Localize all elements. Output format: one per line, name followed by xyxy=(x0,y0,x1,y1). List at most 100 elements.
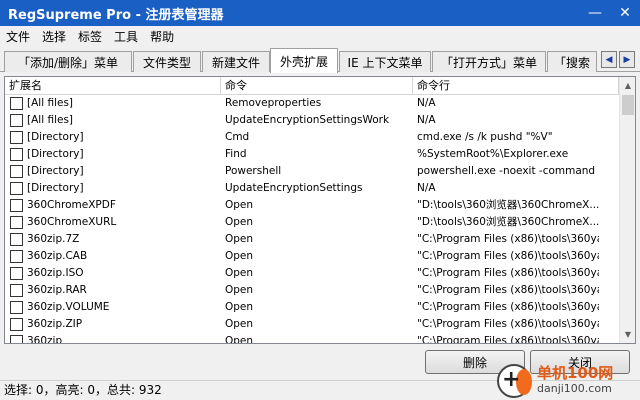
table-row[interactable]: 360zip.RAR Open "C:\Program Files (x86)\to… xyxy=(5,282,619,299)
cell-extension: 360ChromeXURL xyxy=(27,216,117,228)
cell-extension: [Directory] xyxy=(27,182,84,194)
table-row[interactable]: 360zip.VOLUME Open "C:\Program Files (x86)… xyxy=(5,299,619,316)
cell-command-line: N/A xyxy=(417,114,436,126)
window-title: RegSupreme Pro - 注册表管理器 xyxy=(8,7,224,23)
minimize-button[interactable]: — xyxy=(580,0,610,26)
row-checkbox[interactable] xyxy=(10,148,23,161)
tab-add-remove-menu[interactable]: 「添加/删除」菜单 xyxy=(4,51,132,72)
cell-command-line: "D:\tools\360浏览器\360ChromeX... xyxy=(417,199,599,211)
row-checkbox[interactable] xyxy=(10,301,23,314)
table-row[interactable]: 360zip.ISO Open "C:\Program Files (x86)\to… xyxy=(5,265,619,282)
column-header-command[interactable]: 命令 xyxy=(221,77,413,95)
cell-command-line: "C:\Program Files (x86)\tools\360ya... xyxy=(417,233,599,245)
cell-command-line: %SystemRoot%\Explorer.exe xyxy=(417,148,569,160)
table-row[interactable]: 360ChromeXPDF Open "D:\tools\360浏览器\360Chr… xyxy=(5,197,619,214)
table-row[interactable]: [All files] UpdateEncryptionSettingsWork N… xyxy=(5,112,619,129)
scroll-down-icon[interactable]: ▼ xyxy=(620,326,635,343)
scroll-up-icon[interactable]: ▲ xyxy=(620,77,635,94)
cell-command-line: N/A xyxy=(417,97,436,109)
menu-select[interactable]: 选择 xyxy=(36,28,72,45)
column-header-command-line[interactable]: 命令行 xyxy=(413,77,619,95)
table-row[interactable]: 360zip.7Z Open "C:\Program Files (x86)\too… xyxy=(5,231,619,248)
cell-command-line: "C:\Program Files (x86)\tools\360ya... xyxy=(417,267,599,279)
cell-command-line: N/A xyxy=(417,182,436,194)
row-checkbox[interactable] xyxy=(10,97,23,110)
cell-extension: [All files] xyxy=(27,114,74,126)
cell-command-line: "C:\Program Files (x86)\tools\360ya... xyxy=(417,301,599,313)
cell-extension: 360zip.7Z xyxy=(27,233,80,245)
table-row[interactable]: [All files] Removeproperties N/A xyxy=(5,95,619,112)
cell-command: Removeproperties xyxy=(225,97,322,109)
cell-command: Open xyxy=(225,199,254,211)
watermark-site-url: danji100.com xyxy=(537,382,612,395)
row-checkbox[interactable] xyxy=(10,216,23,229)
table-row[interactable]: [Directory] Find %SystemRoot%\Explorer.exe xyxy=(5,146,619,163)
table-row[interactable]: 360zip.CAB Open "C:\Program Files (x86)\to… xyxy=(5,248,619,265)
title-bar: RegSupreme Pro - 注册表管理器 — ✕ xyxy=(0,0,640,26)
list-rows: [All files] Removeproperties N/A [All files… xyxy=(5,95,619,344)
cell-command-line: "C:\Program Files (x86)\tools\360ya... xyxy=(417,335,599,344)
watermark-site-name: 单机100网 xyxy=(537,364,614,382)
row-checkbox[interactable] xyxy=(10,267,23,280)
tab-new-file[interactable]: 新建文件 xyxy=(202,51,270,72)
cell-extension: [All files] xyxy=(27,97,74,109)
watermark-logo-icon: + xyxy=(497,364,532,398)
table-row[interactable]: 360zip Open "C:\Program Files (x86)\tools\… xyxy=(5,333,619,344)
cell-command: Powershell xyxy=(225,165,282,177)
cell-command: Open xyxy=(225,267,254,279)
table-row[interactable]: [Directory] Cmd cmd.exe /s /k pushd "%V" xyxy=(5,129,619,146)
tab-ie-context-menu[interactable]: IE 上下文菜单 xyxy=(339,51,431,72)
cell-extension: 360zip.ZIP xyxy=(27,318,83,330)
row-checkbox[interactable] xyxy=(10,182,23,195)
tab-shell-extensions[interactable]: 外壳扩展 xyxy=(270,48,338,73)
close-window-button[interactable]: ✕ xyxy=(610,0,640,26)
cell-command: Open xyxy=(225,301,254,313)
extensions-list[interactable]: 扩展名 命令 命令行 [All files] Removeproperties N/… xyxy=(4,76,636,344)
row-checkbox[interactable] xyxy=(10,335,23,343)
cell-command: Open xyxy=(225,233,254,245)
row-checkbox[interactable] xyxy=(10,199,23,212)
column-header-extension[interactable]: 扩展名 xyxy=(5,77,221,95)
tab-open-with-menu[interactable]: 「打开方式」菜单 xyxy=(432,51,546,72)
cell-extension: 360ChromeXPDF xyxy=(27,199,116,211)
cell-command: Open xyxy=(225,216,254,228)
menu-tags[interactable]: 标签 xyxy=(72,28,108,45)
cell-command-line: powershell.exe -noexit -command S... xyxy=(417,165,599,177)
tab-file-types[interactable]: 文件类型 xyxy=(133,51,201,72)
table-row[interactable]: 360zip.ZIP Open "C:\Program Files (x86)\to… xyxy=(5,316,619,333)
scrollbar-thumb[interactable] xyxy=(622,95,634,115)
cell-extension: 360zip.VOLUME xyxy=(27,301,110,313)
tab-strip: 「添加/删除」菜单 文件类型 新建文件 外壳扩展 IE 上下文菜单 「打开方式」… xyxy=(0,48,640,73)
cell-command: Cmd xyxy=(225,131,250,143)
cell-command-line: "C:\Program Files (x86)\tools\360ya... xyxy=(417,318,599,330)
cell-command-line: "C:\Program Files (x86)\tools\360ya... xyxy=(417,284,599,296)
row-checkbox[interactable] xyxy=(10,284,23,297)
cell-command-line: "D:\tools\360浏览器\360ChromeX... xyxy=(417,216,599,228)
cell-extension: 360zip.RAR xyxy=(27,284,87,296)
cell-command: Open xyxy=(225,284,254,296)
cell-extension: [Directory] xyxy=(27,148,84,160)
tab-scroll-left-icon[interactable]: ◀ xyxy=(601,51,617,68)
vertical-scrollbar[interactable]: ▲ ▼ xyxy=(619,77,635,343)
tab-search[interactable]: 「搜索 xyxy=(547,51,597,72)
table-row[interactable]: [Directory] UpdateEncryptionSettings N/A xyxy=(5,180,619,197)
menu-file[interactable]: 文件 xyxy=(0,28,36,45)
tab-scroll-right-icon[interactable]: ▶ xyxy=(619,51,635,68)
menu-help[interactable]: 帮助 xyxy=(144,28,180,45)
cell-command-line: cmd.exe /s /k pushd "%V" xyxy=(417,131,553,143)
watermark: + 单机100网 danji100.com xyxy=(497,358,637,400)
row-checkbox[interactable] xyxy=(10,250,23,263)
cell-command-line: "C:\Program Files (x86)\tools\360ya... xyxy=(417,250,599,262)
cell-extension: 360zip.ISO xyxy=(27,267,84,279)
table-row[interactable]: [Directory] Powershell powershell.exe -noe… xyxy=(5,163,619,180)
row-checkbox[interactable] xyxy=(10,318,23,331)
table-row[interactable]: 360ChromeXURL Open "D:\tools\360浏览器\360Chr… xyxy=(5,214,619,231)
cell-extension: 360zip.CAB xyxy=(27,250,88,262)
list-header: 扩展名 命令 命令行 xyxy=(5,77,619,95)
menu-tools[interactable]: 工具 xyxy=(108,28,144,45)
row-checkbox[interactable] xyxy=(10,165,23,178)
cell-extension: [Directory] xyxy=(27,131,84,143)
row-checkbox[interactable] xyxy=(10,114,23,127)
row-checkbox[interactable] xyxy=(10,131,23,144)
row-checkbox[interactable] xyxy=(10,233,23,246)
